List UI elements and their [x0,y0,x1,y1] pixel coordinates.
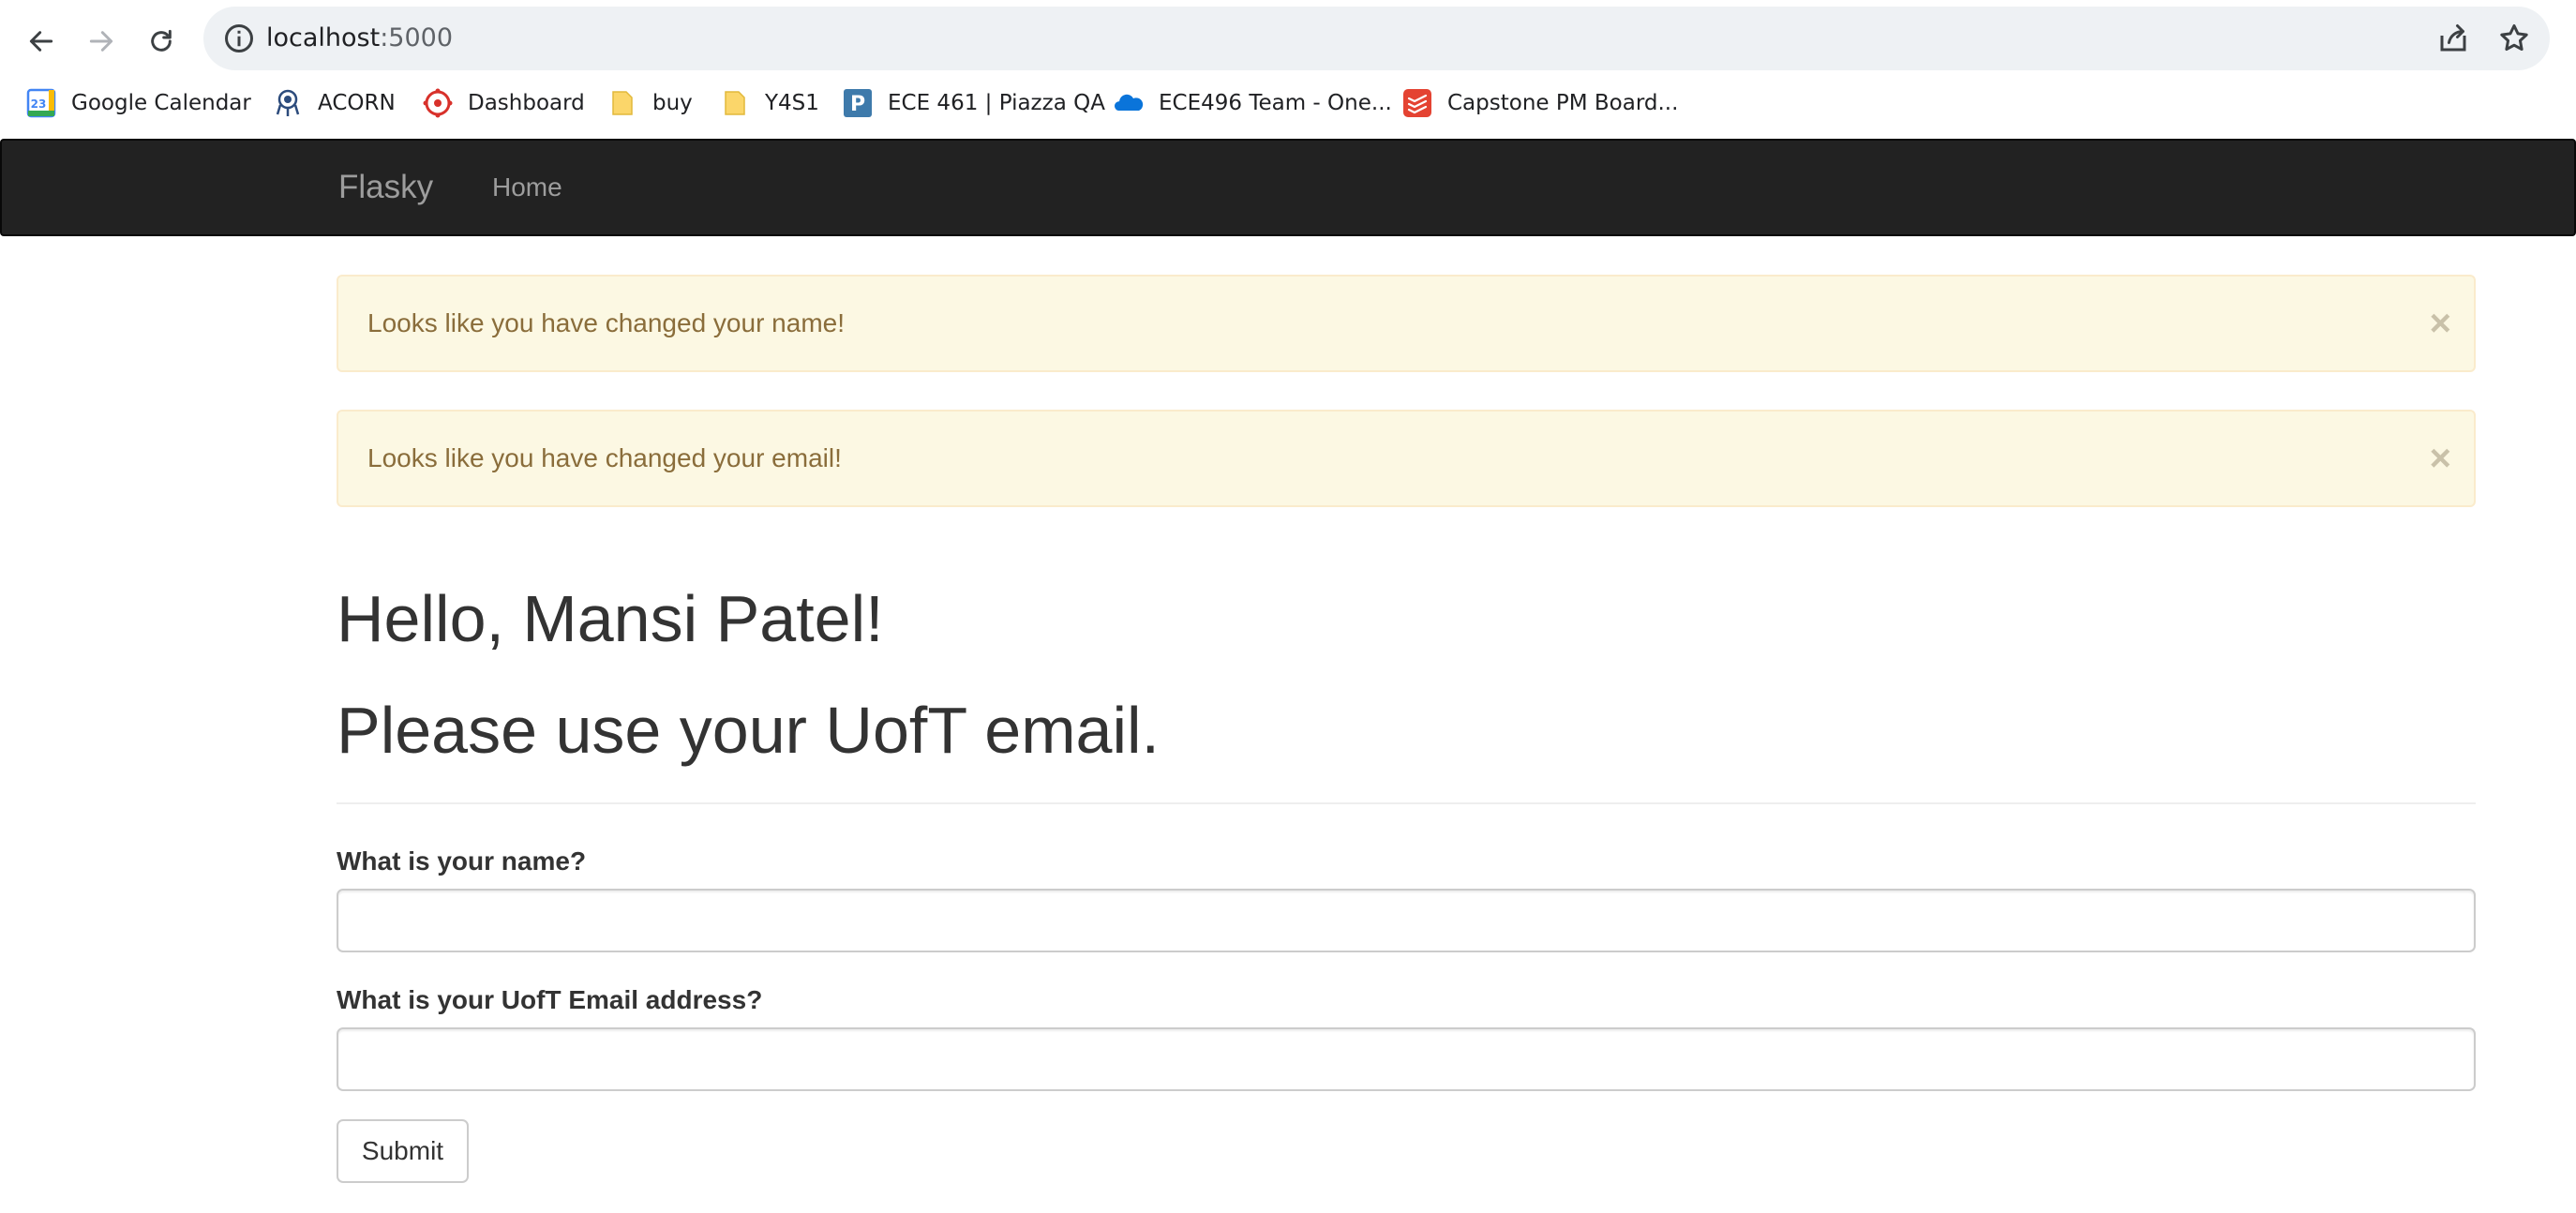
name-label: What is your name? [337,846,587,876]
submit-button[interactable]: Submit [337,1119,469,1183]
bookmark-buy[interactable]: buy [607,79,693,127]
greeting-heading: Hello, Mansi Patel! [337,582,884,655]
address-bar[interactable]: localhost:5000 [203,7,2550,70]
bookmark-google-calendar[interactable]: 23 Google Calendar [26,79,251,127]
address-host: localhost [266,23,381,52]
bookmark-label: ECE 461 | Piazza QA [888,91,1105,115]
reload-button[interactable] [135,15,187,67]
bookmark-label: Dashboard [468,91,585,115]
site-info-icon[interactable] [222,22,256,55]
back-arrow-icon [29,31,53,52]
email-notice-heading: Please use your UofT email. [337,694,1161,767]
bookmark-y4s1[interactable]: Y4S1 [720,79,819,127]
folder-icon [720,88,750,118]
nav-home-link[interactable]: Home [492,141,562,234]
share-icon[interactable] [2436,22,2470,55]
bookmark-star-icon[interactable] [2497,22,2531,55]
acorn-icon [273,88,303,118]
bookmark-label: Capstone PM Board... [1447,91,1679,115]
close-icon[interactable]: × [2430,412,2451,505]
svg-text:P: P [850,93,865,116]
flash-alert-email: Looks like you have changed your email! … [337,410,2476,507]
navbar: Flasky Home [0,139,2576,236]
close-icon[interactable]: × [2430,277,2451,370]
browser-chrome: localhost:5000 23 Google Calendar ACORN … [0,0,2576,139]
flash-alert-name: Looks like you have changed your name! × [337,275,2476,372]
alert-message: Looks like you have changed your email! [367,443,842,472]
bookmark-label: ECE496 Team - One... [1159,91,1392,115]
bookmark-piazza[interactable]: P ECE 461 | Piazza QA [843,79,1105,127]
piazza-icon: P [843,88,873,118]
forward-arrow-icon [89,31,113,52]
navbar-brand[interactable]: Flasky [338,141,433,234]
onedrive-icon [1114,88,1144,118]
bookmark-acorn[interactable]: ACORN [273,79,396,127]
email-label: What is your UofT Email address? [337,985,763,1014]
svg-text:23: 23 [31,97,47,111]
todoist-icon [1402,88,1432,118]
bookmark-label: ACORN [318,91,396,115]
address-port: :5000 [380,23,454,52]
bookmark-onedrive[interactable]: ECE496 Team - One... [1114,79,1392,127]
back-button[interactable] [15,15,67,67]
folder-icon [607,88,637,118]
alert-message: Looks like you have changed your name! [367,308,845,337]
google-calendar-icon: 23 [26,88,56,118]
bookmark-label: Y4S1 [765,91,819,115]
reload-icon [151,29,172,52]
bookmark-dashboard[interactable]: Dashboard [423,79,585,127]
name-input[interactable] [337,889,2476,952]
bookmark-label: buy [652,91,693,115]
divider [337,802,2476,804]
dashboard-icon [423,88,453,118]
forward-button[interactable] [75,15,127,67]
bookmark-capstone[interactable]: Capstone PM Board... [1402,79,1678,127]
address-url[interactable]: localhost:5000 [266,7,453,70]
bookmark-label: Google Calendar [71,91,251,115]
email-input[interactable] [337,1027,2476,1091]
bookmarks-bar: 23 Google Calendar ACORN Dashboard buy Y… [0,79,2576,127]
